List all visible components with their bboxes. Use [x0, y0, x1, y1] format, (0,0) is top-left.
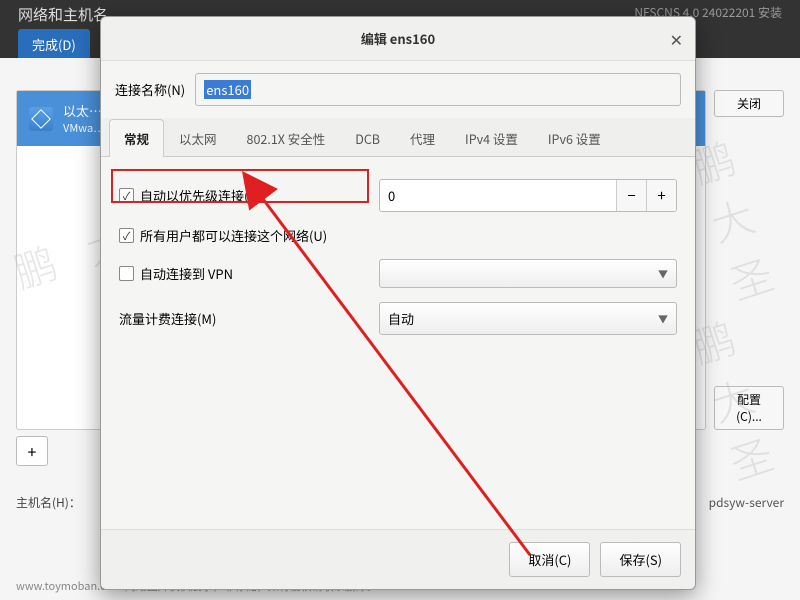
bg-title: 网络和主机名	[18, 4, 108, 25]
tab-ipv6[interactable]: IPv6 设置	[533, 119, 616, 157]
vpn-combo[interactable]: ▼	[379, 259, 677, 288]
dialog-close-button[interactable]: ✕	[670, 27, 683, 51]
metered-combo[interactable]: 自动 ▼	[379, 302, 677, 335]
connection-item-title: 以太…	[63, 101, 105, 120]
tab-proxy[interactable]: 代理	[395, 119, 450, 157]
auto-priority-checkbox[interactable]	[119, 188, 134, 203]
tab-dcb[interactable]: DCB	[340, 119, 395, 157]
metered-combo-value: 自动	[388, 309, 414, 328]
priority-minus-button[interactable]: −	[616, 180, 646, 211]
chevron-down-icon: ▼	[658, 266, 668, 281]
tab-ipv4[interactable]: IPv4 设置	[450, 119, 533, 157]
priority-plus-button[interactable]: +	[646, 180, 676, 211]
close-button[interactable]: 关闭	[714, 90, 784, 117]
auto-vpn-label: 自动连接到 VPN	[140, 264, 233, 283]
dialog-title: 编辑 ens160 ✕	[101, 17, 695, 61]
all-users-label: 所有用户都可以连接这个网络(U)	[140, 226, 327, 245]
chevron-down-icon: ▼	[658, 311, 668, 326]
priority-input[interactable]	[380, 180, 616, 211]
cancel-button[interactable]: 取消(C)	[509, 542, 590, 577]
priority-spinner[interactable]: − +	[379, 179, 677, 212]
auto-vpn-checkbox[interactable]	[119, 266, 134, 281]
metered-label: 流量计费连接(M)	[119, 309, 216, 328]
connection-name-label: 连接名称(N)	[115, 80, 185, 99]
connection-item-sub: VMwa…	[63, 120, 105, 136]
all-users-checkbox[interactable]	[119, 228, 134, 243]
tab-8021x[interactable]: 802.1X 安全性	[232, 119, 341, 157]
auto-priority-label: 自动以优先级连接(A)	[140, 186, 261, 205]
dialog-title-text: 编辑 ens160	[361, 29, 435, 48]
edit-connection-dialog: 编辑 ens160 ✕ 连接名称(N) ens160 常规 以太网 802.1X…	[100, 16, 696, 590]
ethernet-icon	[29, 107, 53, 131]
hostname-value: pdsyw-server	[709, 494, 784, 511]
save-button[interactable]: 保存(S)	[600, 542, 681, 577]
tab-bar: 常规 以太网 802.1X 安全性 DCB 代理 IPv4 设置 IPv6 设置	[101, 118, 695, 157]
done-button[interactable]: 完成(D)	[18, 29, 90, 60]
connection-name-input[interactable]: ens160	[195, 73, 681, 106]
configure-button[interactable]: 配置(C)...	[714, 386, 784, 430]
add-connection-button[interactable]: +	[16, 436, 48, 466]
tab-ethernet[interactable]: 以太网	[164, 119, 232, 157]
hostname-label: 主机名(H)：	[16, 494, 81, 511]
tab-general[interactable]: 常规	[109, 119, 164, 157]
